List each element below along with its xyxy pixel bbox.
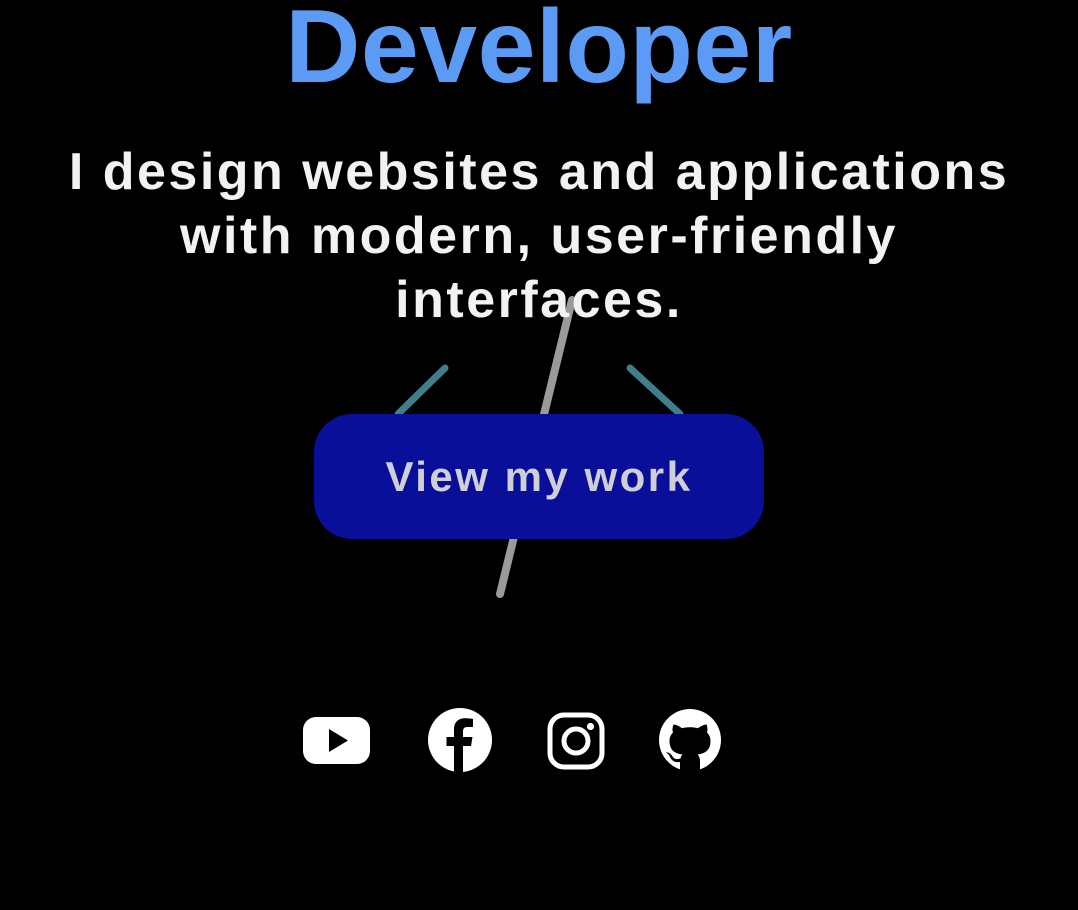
view-my-work-button[interactable]: View my work <box>314 414 764 539</box>
social-link-youtube[interactable]: YouTube <box>300 702 372 778</box>
youtube-icon <box>303 717 370 764</box>
hero-subtitle: I design websites and applications with … <box>68 143 1010 329</box>
hero-title: Developer <box>285 0 793 105</box>
facebook-icon <box>428 708 492 772</box>
instagram-icon <box>547 712 605 770</box>
github-icon <box>659 709 721 772</box>
code-bracket-left <box>394 364 449 418</box>
hero-section: Developer I design websites and applicat… <box>0 0 1078 910</box>
social-link-facebook[interactable]: Facebook <box>424 702 496 778</box>
code-bracket-right <box>626 364 684 418</box>
social-links: YouTube Facebook Instagram GitHub <box>300 702 730 778</box>
social-link-github[interactable]: GitHub <box>654 702 726 778</box>
social-link-instagram[interactable]: Instagram <box>540 702 612 778</box>
